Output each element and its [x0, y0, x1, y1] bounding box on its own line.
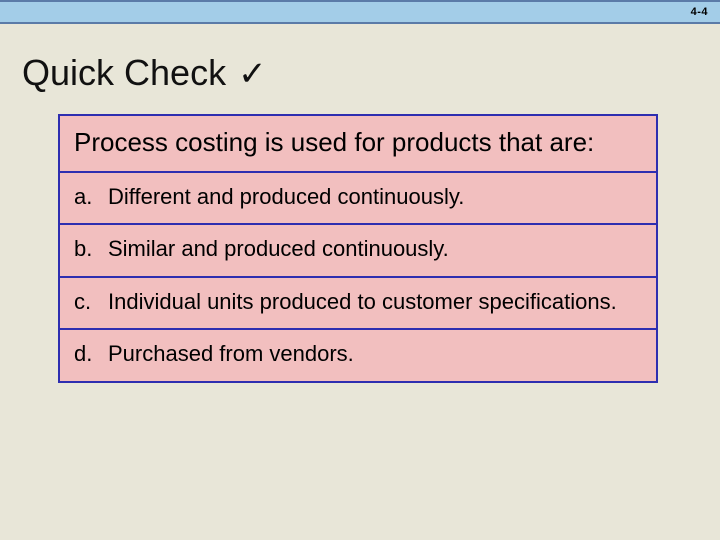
option-text: Similar and produced continuously.	[108, 235, 449, 264]
question-row: Process costing is used for products tha…	[60, 116, 656, 173]
title-area: Quick Check ✓	[0, 24, 720, 94]
option-letter: b.	[74, 235, 108, 264]
option-text: Different and produced continuously.	[108, 183, 464, 212]
slide-number: 4-4	[691, 6, 708, 18]
option-letter: d.	[74, 340, 108, 369]
option-text: Individual units produced to customer sp…	[108, 288, 617, 317]
option-row: a. Different and produced continuously.	[60, 173, 656, 226]
option-letter: c.	[74, 288, 108, 317]
title-text: Quick Check	[22, 52, 226, 93]
question-box: Process costing is used for products tha…	[58, 114, 658, 383]
option-row: b. Similar and produced continuously.	[60, 225, 656, 278]
header-bar: 4-4	[0, 0, 720, 24]
option-text: Purchased from vendors.	[108, 340, 354, 369]
option-row: d. Purchased from vendors.	[60, 330, 656, 381]
question-text: Process costing is used for products tha…	[74, 126, 644, 159]
page-title: Quick Check ✓	[22, 52, 720, 94]
option-letter: a.	[74, 183, 108, 212]
checkmark-icon: ✓	[238, 55, 267, 93]
option-row: c. Individual units produced to customer…	[60, 278, 656, 331]
